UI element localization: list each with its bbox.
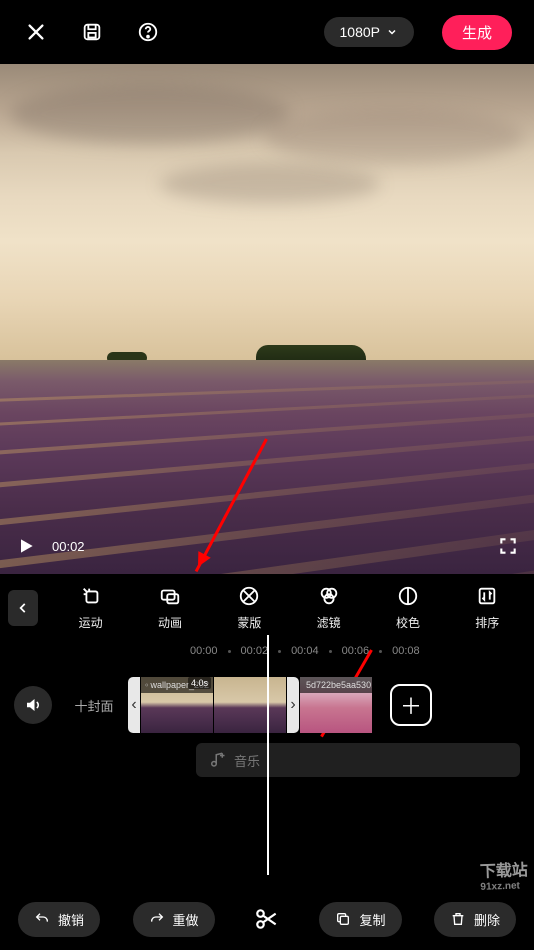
clip-handle-right[interactable]: › xyxy=(287,677,299,733)
help-button[interactable] xyxy=(134,18,162,46)
fullscreen-icon xyxy=(498,536,518,556)
clip-duration: 4.0s xyxy=(188,677,211,689)
ruler-mark: 00:06 xyxy=(342,645,370,657)
tool-animation[interactable]: 动画 xyxy=(131,584,208,631)
play-icon xyxy=(16,536,36,556)
back-button[interactable] xyxy=(8,590,38,626)
tool-label: 滤镜 xyxy=(317,614,341,631)
current-time: 00:02 xyxy=(52,539,85,554)
tool-filter[interactable]: 滤镜 xyxy=(290,584,367,631)
clip-1b[interactable] xyxy=(214,677,286,733)
speaker-icon xyxy=(24,696,42,714)
undo-icon xyxy=(34,911,50,927)
preview-sky xyxy=(0,64,534,360)
tool-color[interactable]: 校色 xyxy=(369,584,446,631)
redo-button[interactable]: 重做 xyxy=(133,902,215,937)
delete-label: 删除 xyxy=(474,910,500,929)
help-icon xyxy=(137,21,159,43)
animation-icon xyxy=(159,585,181,607)
playhead[interactable] xyxy=(267,635,269,875)
play-button[interactable] xyxy=(12,532,40,560)
trash-icon xyxy=(450,911,466,927)
close-button[interactable] xyxy=(22,18,50,46)
save-icon xyxy=(81,21,103,43)
copy-icon xyxy=(335,911,351,927)
mask-icon xyxy=(238,585,260,607)
generate-button[interactable]: 生成 xyxy=(442,15,512,50)
video-preview[interactable]: 00:02 xyxy=(0,64,534,574)
sort-icon xyxy=(476,585,498,607)
chevron-left-icon xyxy=(16,601,30,615)
top-bar: 1080P 生成 xyxy=(0,0,534,64)
chevron-down-icon xyxy=(386,26,398,38)
tool-motion[interactable]: 运动 xyxy=(52,584,129,631)
tool-label: 运动 xyxy=(79,614,103,631)
tool-label: 蒙版 xyxy=(237,614,261,631)
music-add-icon xyxy=(208,751,226,769)
timeline-area: 十封面 ‹ wallpaper_202 4.0s › 5d722be5aa530… xyxy=(0,665,534,865)
tool-label: 校色 xyxy=(396,614,420,631)
resolution-label: 1080P xyxy=(340,24,380,40)
fullscreen-button[interactable] xyxy=(494,532,522,560)
filter-icon xyxy=(318,585,340,607)
bottom-bar: 撤销 重做 复制 删除 xyxy=(0,888,534,950)
redo-label: 重做 xyxy=(173,910,199,929)
ruler-mark: 00:00 xyxy=(190,645,218,657)
scissors-icon xyxy=(254,906,280,932)
undo-label: 撤销 xyxy=(58,910,84,929)
clip-handle-left[interactable]: ‹ xyxy=(128,677,140,733)
add-clip-button[interactable]: ＋ xyxy=(390,684,432,726)
motion-icon xyxy=(80,585,102,607)
ruler-mark: 00:08 xyxy=(392,645,420,657)
tool-label: 动画 xyxy=(158,614,182,631)
clip-type-icon xyxy=(145,680,148,690)
tool-mask[interactable]: 蒙版 xyxy=(211,584,288,631)
music-label: 音乐 xyxy=(234,751,260,770)
delete-button[interactable]: 删除 xyxy=(434,902,516,937)
ruler-mark: 00:02 xyxy=(241,645,269,657)
resolution-dropdown[interactable]: 1080P xyxy=(324,17,414,47)
close-icon xyxy=(25,21,47,43)
color-correct-icon xyxy=(397,585,419,607)
clip-2[interactable]: 5d722be5aa530.jpg xyxy=(300,677,372,733)
copy-label: 复制 xyxy=(359,910,385,929)
split-button[interactable] xyxy=(247,899,287,939)
tool-label: 排序 xyxy=(475,614,499,631)
ruler-mark: 00:04 xyxy=(291,645,319,657)
copy-button[interactable]: 复制 xyxy=(319,902,401,937)
clip-filename: 5d722be5aa530.jpg xyxy=(306,680,372,690)
audio-toggle[interactable] xyxy=(14,686,52,724)
add-cover-button[interactable]: 十封面 xyxy=(66,677,122,733)
preview-controls: 00:02 xyxy=(0,528,534,564)
tool-row: 运动 动画 蒙版 滤镜 校色 排序 xyxy=(0,574,534,637)
save-button[interactable] xyxy=(78,18,106,46)
clips-container: ‹ wallpaper_202 4.0s › 5d722be5aa530.jpg xyxy=(128,677,372,733)
undo-button[interactable]: 撤销 xyxy=(18,902,100,937)
redo-icon xyxy=(149,911,165,927)
tool-sort[interactable]: 排序 xyxy=(449,584,526,631)
clip-1a[interactable]: wallpaper_202 4.0s xyxy=(141,677,213,733)
music-track[interactable]: 音乐 xyxy=(196,743,520,777)
